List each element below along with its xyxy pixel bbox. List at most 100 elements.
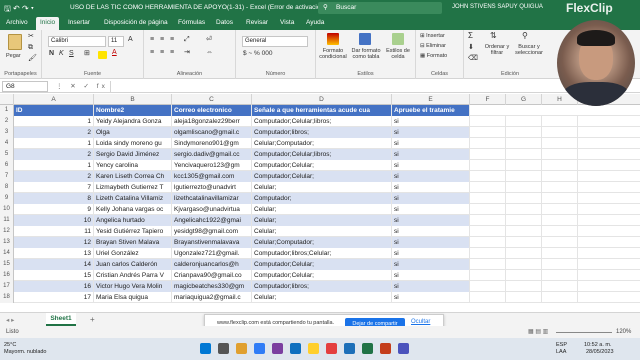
cell-email[interactable]: kcc1305@gmail.com [172,171,252,182]
row-header[interactable]: 2 [0,116,14,127]
cell-g[interactable] [506,259,542,270]
cell-h[interactable] [542,259,578,270]
cell-name[interactable]: Juan carlos Calderón [94,259,172,270]
cell-f[interactable] [470,116,506,127]
cell-email[interactable]: lgutierrezto@unadvirt [172,182,252,193]
cell-tools[interactable]: Celular; [252,204,392,215]
quick-access-toolbar[interactable]: 🖫 ↶ ↷ ▾ [4,3,34,17]
cell-h[interactable] [542,237,578,248]
bold-button[interactable]: N [49,50,54,57]
cell-name[interactable]: Olga [94,127,172,138]
excel-icon[interactable] [362,343,373,354]
cell-approval[interactable]: si [392,215,470,226]
cell-approval[interactable]: si [392,182,470,193]
conditional-format-icon[interactable] [327,33,339,45]
cell-approval[interactable]: si [392,116,470,127]
align-right-icon[interactable]: ≡ [170,49,174,56]
sheet-tab-sheet1[interactable]: Sheet1 [46,313,76,326]
cell-approval[interactable]: si [392,281,470,292]
grow-font-icon[interactable]: A [128,36,133,43]
cell-id[interactable]: 13 [14,248,94,259]
cell-email[interactable]: Brayanstivenmalavava [172,237,252,248]
cell-email[interactable]: calderonjuancarlos@h [172,259,252,270]
cell-id[interactable]: 10 [14,215,94,226]
cell-email[interactable]: Sindymoreno901@gm [172,138,252,149]
cell-tools[interactable]: Computador; [252,193,392,204]
align-left-icon[interactable]: ≡ [150,49,154,56]
cell-id[interactable]: 2 [14,171,94,182]
cell-approval[interactable]: si [392,270,470,281]
cell-approval[interactable]: si [392,193,470,204]
cell-g[interactable] [506,149,542,160]
teams-icon[interactable] [398,343,409,354]
windows-start-icon[interactable] [200,343,211,354]
cell-g[interactable] [506,193,542,204]
cell-email[interactable]: Ugonzalez721@gmail. [172,248,252,259]
table-header-id[interactable]: ID [14,105,94,116]
cell-f[interactable] [470,270,506,281]
tab-revisar[interactable]: Revisar [246,19,268,26]
powerpoint-icon[interactable] [380,343,391,354]
row-header[interactable]: 7 [0,171,14,182]
cell-name[interactable]: Lizmaybeth Gutierrez T [94,182,172,193]
cell-g[interactable] [506,237,542,248]
format-as-table-icon[interactable] [359,33,371,45]
cell-h[interactable] [542,160,578,171]
tab-formulas[interactable]: Fórmulas [178,19,205,26]
add-sheet-button[interactable]: + [90,315,95,324]
align-center-icon[interactable]: ≡ [160,49,164,56]
cell-id[interactable]: 1 [14,160,94,171]
cell-email[interactable]: aleja18gonzalez29berr [172,116,252,127]
row-header[interactable]: 12 [0,226,14,237]
row-header[interactable]: 10 [0,204,14,215]
cell-id[interactable]: 11 [14,226,94,237]
cell-g[interactable] [506,281,542,292]
row-header[interactable]: 3 [0,127,14,138]
cell-name[interactable]: Lizeth Catalina Villamiz [94,193,172,204]
cell-h[interactable] [542,149,578,160]
column-header-c[interactable]: C [172,94,252,105]
align-top-icon[interactable]: ≡ [150,36,154,43]
task-view-icon[interactable] [218,343,229,354]
cell-name[interactable]: Loida sindy moreno gu [94,138,172,149]
cell-name[interactable]: Sergio David Jiménez [94,149,172,160]
cell-f[interactable] [470,292,506,303]
zoom-level[interactable]: 120% [616,329,631,335]
edge-icon[interactable] [254,343,265,354]
mail-icon[interactable] [290,343,301,354]
sheet-nav-arrows[interactable]: ◂ ▸ [6,316,14,324]
cell-email[interactable]: Kjvargaso@unadvirtua [172,204,252,215]
cell-f[interactable] [470,160,506,171]
cell-g[interactable] [506,160,542,171]
select-all-corner[interactable] [0,94,14,105]
hide-share-bar-link[interactable]: Ocultar [411,319,430,325]
cell-approval[interactable]: si [392,204,470,215]
cell-name[interactable]: Yesid Gutiérrez Tapiero [94,226,172,237]
font-size-select[interactable]: 11 [108,36,124,47]
borders-icon[interactable]: ⊞ [84,50,90,57]
paste-label[interactable]: Pegar [6,53,21,59]
user-name[interactable]: JOHN STIVENS SAPUY QUIGUA [452,4,543,10]
cell-email[interactable]: magicbeatches330@gm [172,281,252,292]
cell-h[interactable] [542,215,578,226]
cell-email[interactable]: mariaquigua2@gmail.c [172,292,252,303]
cell-id[interactable]: 8 [14,193,94,204]
cell-id[interactable]: 2 [14,149,94,160]
cell-f[interactable] [470,171,506,182]
cell-name[interactable]: Yency carolina [94,160,172,171]
tab-datos[interactable]: Datos [216,19,233,26]
table-header-approval[interactable]: Apruebe el tratamie [392,105,470,116]
cell-tools[interactable]: Celular; [252,226,392,237]
cell-tools[interactable]: Computador;libros; [252,281,392,292]
cell-g[interactable] [506,127,542,138]
cell-name[interactable]: Yeidy Alejandra Gonza [94,116,172,127]
cell-id[interactable]: 1 [14,138,94,149]
cell-f[interactable] [470,259,506,270]
find-select-icon[interactable]: ⚲ [522,32,528,40]
row-header[interactable]: 14 [0,248,14,259]
table-header-tools[interactable]: Señale a que herramientas acude cua [252,105,392,116]
cell-g[interactable] [506,215,542,226]
cell-h[interactable] [542,281,578,292]
cell-tools[interactable]: Computador;libros; [252,127,392,138]
sort-filter-icon[interactable]: ⇅ [490,32,497,40]
